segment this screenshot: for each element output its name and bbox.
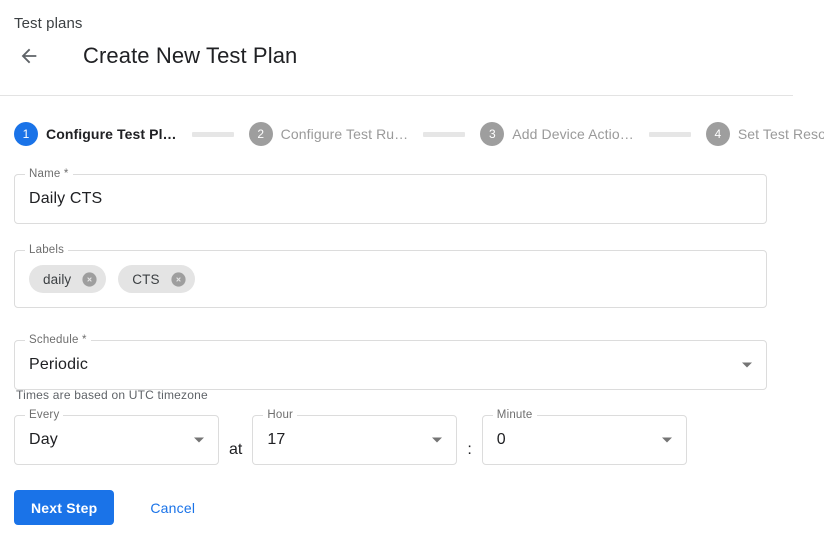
step-connector-3-4 — [649, 132, 691, 137]
step-label-4: Set Test Resourc… — [738, 126, 824, 142]
step-number-4: 4 — [706, 122, 730, 146]
back-button[interactable] — [9, 38, 49, 74]
stepper-step-4[interactable]: 4 Set Test Resourc… — [706, 122, 824, 146]
chevron-down-icon[interactable] — [194, 438, 204, 443]
chevron-down-icon[interactable] — [662, 438, 672, 443]
stepper: 1 Configure Test Pl… 2 Configure Test Ru… — [0, 110, 824, 158]
name-field[interactable]: Name * Daily CTS — [14, 174, 767, 224]
cancel-button[interactable]: Cancel — [140, 490, 205, 525]
page-header: Test plans Create New Test Plan — [0, 0, 824, 96]
every-selected-value: Day — [29, 431, 58, 449]
name-field-label: Name * — [25, 168, 73, 180]
next-step-button[interactable]: Next Step — [14, 490, 114, 525]
schedule-field-wrapper: Schedule * Periodic — [14, 340, 767, 390]
chevron-down-icon[interactable] — [742, 363, 752, 368]
arrow-left-icon — [18, 45, 40, 67]
label-chip-text: CTS — [132, 272, 159, 287]
name-field-wrapper: Name * Daily CTS — [14, 174, 767, 224]
every-field-wrapper: Every Day — [14, 415, 219, 465]
timezone-helper-text: Times are based on UTC timezone — [16, 388, 208, 402]
cancel-circle-icon[interactable] — [170, 271, 187, 288]
schedule-selected-value: Periodic — [29, 356, 88, 374]
every-select[interactable]: Every Day — [14, 415, 219, 465]
header-divider — [0, 95, 793, 96]
label-chip-cts[interactable]: CTS — [118, 265, 194, 293]
labels-field[interactable]: Labels daily CTS — [14, 250, 767, 308]
labels-field-wrapper: Labels daily CTS — [14, 250, 767, 308]
label-chip-text: daily — [43, 272, 71, 287]
schedule-select[interactable]: Schedule * Periodic — [14, 340, 767, 390]
separator-at: at — [229, 415, 242, 473]
periodic-schedule-row: Every Day at Hour 17 : Minute 0 — [14, 415, 687, 473]
minute-field-wrapper: Minute 0 — [482, 415, 687, 465]
minute-selected-value: 0 — [497, 431, 506, 449]
step-number-1: 1 — [14, 122, 38, 146]
minute-select[interactable]: Minute 0 — [482, 415, 687, 465]
label-chip-daily[interactable]: daily — [29, 265, 106, 293]
minute-field-label: Minute — [493, 409, 537, 421]
form-actions: Next Step Cancel — [14, 490, 205, 525]
step-connector-2-3 — [423, 132, 465, 137]
stepper-step-2[interactable]: 2 Configure Test Ru… — [249, 122, 409, 146]
hour-field-wrapper: Hour 17 — [252, 415, 457, 465]
step-label-2: Configure Test Ru… — [281, 126, 409, 142]
chevron-down-icon[interactable] — [432, 438, 442, 443]
step-connector-1-2 — [192, 132, 234, 137]
name-input[interactable]: Daily CTS — [29, 190, 102, 208]
step-label-3: Add Device Actio… — [512, 126, 634, 142]
step-number-2: 2 — [249, 122, 273, 146]
hour-selected-value: 17 — [267, 431, 285, 449]
hour-select[interactable]: Hour 17 — [252, 415, 457, 465]
cancel-circle-icon[interactable] — [81, 271, 98, 288]
step-label-1: Configure Test Pl… — [46, 126, 177, 142]
stepper-step-3[interactable]: 3 Add Device Actio… — [480, 122, 634, 146]
title-row: Create New Test Plan — [0, 38, 297, 74]
schedule-field-label: Schedule * — [25, 334, 91, 346]
stepper-step-1[interactable]: 1 Configure Test Pl… — [0, 122, 177, 146]
separator-colon: : — [467, 415, 471, 473]
page-title: Create New Test Plan — [83, 43, 297, 69]
labels-field-label: Labels — [25, 244, 68, 256]
breadcrumb: Test plans — [14, 15, 83, 32]
step-number-3: 3 — [480, 122, 504, 146]
label-chip-list: daily CTS — [29, 265, 195, 293]
every-field-label: Every — [25, 409, 63, 421]
hour-field-label: Hour — [263, 409, 297, 421]
